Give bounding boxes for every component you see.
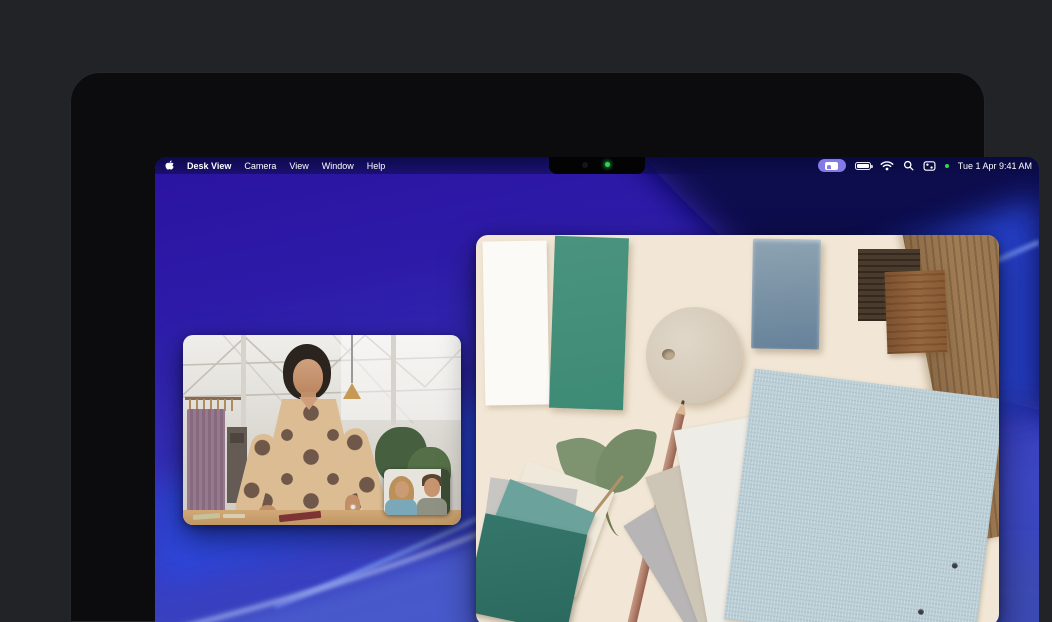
desk-swatch [223, 514, 245, 518]
participant-man-body [417, 498, 447, 515]
menu-help[interactable]: Help [367, 161, 386, 171]
teal-tile-sample [549, 236, 629, 410]
apple-logo-icon[interactable] [165, 160, 174, 171]
white-sample-card [483, 240, 550, 405]
call-participants-pip[interactable] [384, 469, 450, 515]
laptop-bezel: Desk View Camera View Window Help [70, 72, 985, 622]
felt-disc-hole [662, 349, 675, 360]
fabric-grommet [951, 562, 958, 569]
brown-wood-sample [885, 270, 948, 354]
screen-share-icon [825, 162, 838, 170]
menu-app-name[interactable]: Desk View [187, 161, 231, 171]
participant-woman-face [395, 481, 409, 498]
camera-lens [582, 162, 588, 168]
pendant-lamp [343, 383, 361, 399]
menu-camera[interactable]: Camera [244, 161, 276, 171]
battery-icon[interactable] [855, 162, 871, 170]
camera-indicator-light [605, 162, 610, 167]
video-call-window[interactable] [183, 335, 461, 525]
fabric-grommet [918, 608, 925, 615]
camera-notch [549, 157, 645, 174]
fabric-swatch-blue [724, 369, 999, 622]
participant-man-face [424, 478, 440, 497]
felt-disc-sample [646, 307, 742, 403]
loft-column [241, 335, 246, 430]
menu-window[interactable]: Window [322, 161, 354, 171]
loft-column [391, 335, 396, 425]
camera-active-dot [945, 164, 949, 168]
menu-bar-clock[interactable]: Tue 1 Apr 9:41 AM [958, 161, 1032, 171]
control-center-icon[interactable] [923, 161, 936, 171]
hanging-garment [187, 409, 225, 521]
presenter-ring [351, 505, 355, 509]
presenter-face [293, 359, 323, 396]
wifi-icon[interactable] [880, 160, 894, 171]
desk-view-window[interactable] [476, 235, 999, 622]
laptop-screen: Desk View Camera View Window Help [155, 157, 1039, 622]
search-icon[interactable] [903, 160, 914, 171]
loft-window-light [341, 335, 461, 420]
menu-view[interactable]: View [289, 161, 308, 171]
blue-gray-tile-sample [751, 238, 821, 349]
video-indicator-pill[interactable] [818, 159, 846, 172]
participant-woman-body [385, 499, 417, 515]
